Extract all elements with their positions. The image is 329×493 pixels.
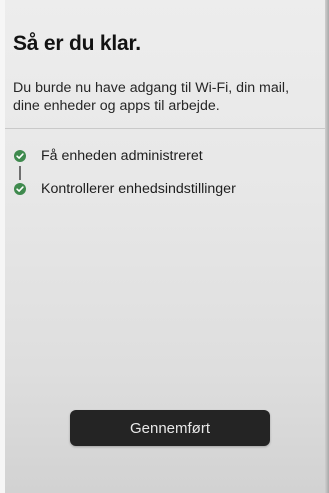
section-divider	[5, 128, 325, 129]
check-circle-icon	[14, 183, 26, 195]
step-checking-settings: Kontrollerer enhedsindstillinger	[0, 180, 329, 200]
page-title: Så er du klar.	[13, 32, 141, 55]
step-device-management: Få enheden administreret	[0, 147, 329, 167]
step-label: Kontrollerer enhedsindstillinger	[41, 181, 236, 197]
page-description: Du burde nu have adgang til Wi-Fi, din m…	[13, 80, 290, 114]
check-circle-icon	[14, 150, 26, 162]
setup-complete-screen: Så er du klar. Du burde nu have adgang t…	[0, 0, 329, 493]
step-connector-line	[19, 166, 21, 180]
step-label: Få enheden administreret	[41, 148, 203, 164]
header-section: Så er du klar. Du burde nu have adgang t…	[0, 0, 329, 128]
setup-steps-list: Få enheden administreret Kontrollerer en…	[0, 140, 329, 210]
done-button[interactable]: Gennemført	[70, 410, 270, 446]
